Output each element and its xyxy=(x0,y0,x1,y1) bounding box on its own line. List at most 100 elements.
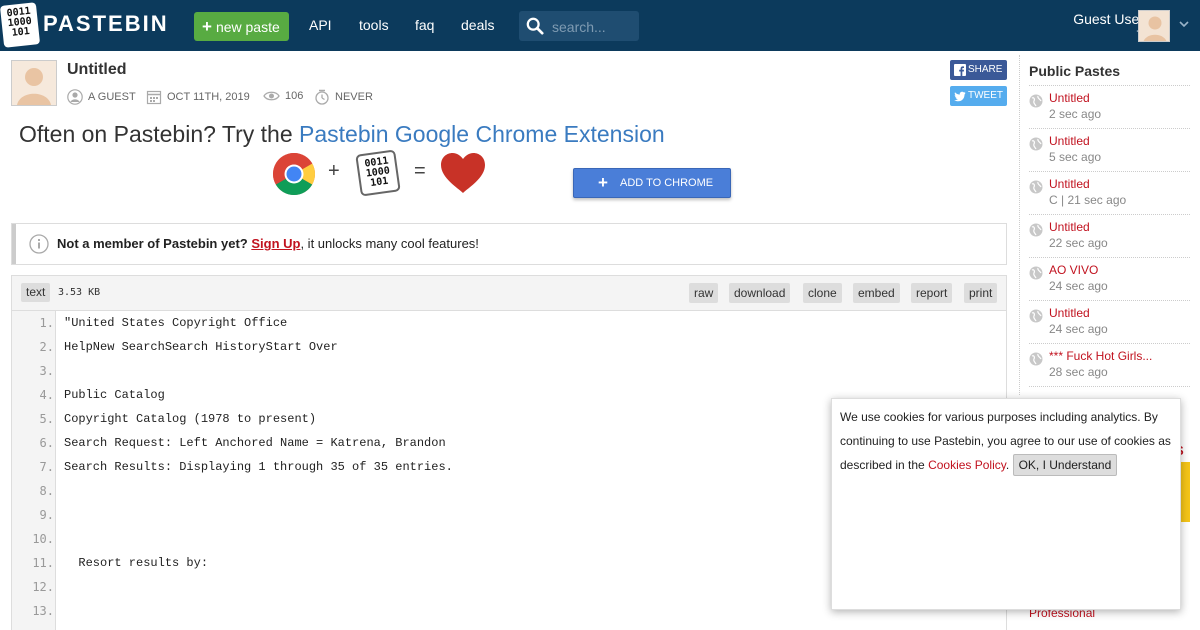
syntax-badge[interactable]: text xyxy=(21,283,51,302)
line-number: 3. xyxy=(39,364,54,378)
public-paste-meta: C | 21 sec ago xyxy=(1049,193,1127,207)
promo-banner: Often on Pastebin? Try the Pastebin Goog… xyxy=(19,121,665,148)
public-paste-title[interactable]: *** Fuck Hot Girls... xyxy=(1049,349,1152,363)
notice-bold: Not a member of Pastebin yet? xyxy=(57,236,248,251)
chevron-down-icon[interactable] xyxy=(1178,18,1190,30)
paste-expiry-text: NEVER xyxy=(335,91,373,103)
promo-text: Often on Pastebin? Try the xyxy=(19,121,299,147)
line-text: Resort results by: xyxy=(64,556,209,570)
globe-icon xyxy=(1029,94,1043,108)
promo-equals: = xyxy=(414,160,426,182)
twitter-icon xyxy=(954,91,966,102)
notice-accent-bar xyxy=(12,224,16,264)
cookies-policy-link[interactable]: Cookies Policy xyxy=(928,458,1006,472)
nav-api[interactable]: API xyxy=(309,17,332,33)
nav-deals[interactable]: deals xyxy=(461,17,494,33)
paste-views: 106 xyxy=(263,89,303,103)
share-label: SHARE xyxy=(968,64,1003,75)
promo-extension-link[interactable]: Pastebin Google Chrome Extension xyxy=(299,121,665,147)
globe-icon xyxy=(1029,352,1043,366)
heart-icon xyxy=(441,153,485,193)
plus-icon: + xyxy=(598,173,608,192)
line-number: 2. xyxy=(39,340,54,354)
public-paste-title[interactable]: Untitled xyxy=(1049,91,1090,105)
nav-tools[interactable]: tools xyxy=(359,17,389,33)
raw-button[interactable]: raw xyxy=(689,283,719,303)
new-paste-button[interactable]: + new paste xyxy=(194,12,289,41)
clone-button[interactable]: clone xyxy=(803,283,842,303)
calendar-icon xyxy=(146,90,162,105)
public-paste-title[interactable]: Untitled xyxy=(1049,177,1090,191)
report-button[interactable]: report xyxy=(911,283,953,303)
add-to-chrome-button[interactable]: + ADD TO CHROME xyxy=(573,168,731,198)
signup-link[interactable]: Sign Up xyxy=(251,236,300,251)
public-paste-title[interactable]: AO VIVO xyxy=(1049,263,1098,277)
paste-date: OCT 11TH, 2019 xyxy=(146,89,250,105)
paste-expiry: NEVER xyxy=(314,89,373,105)
public-paste-title[interactable]: Untitled xyxy=(1049,220,1090,234)
line-number: 8. xyxy=(39,484,54,498)
line-number: 13. xyxy=(32,604,54,618)
user-icon xyxy=(67,89,83,105)
public-paste-meta: 2 sec ago xyxy=(1049,107,1102,121)
search-input[interactable] xyxy=(552,18,632,36)
cookie-consent-popup: We use cookies for various purposes incl… xyxy=(831,398,1181,610)
public-paste-title[interactable]: Untitled xyxy=(1049,306,1090,320)
chrome-icon xyxy=(272,153,316,196)
public-paste-item[interactable]: Untitled 22 sec ago xyxy=(1029,215,1190,258)
user-avatar[interactable] xyxy=(1138,10,1170,42)
brand-name[interactable]: PASTEBIN xyxy=(43,11,169,37)
public-paste-meta: 22 sec ago xyxy=(1049,236,1108,250)
line-number: 4. xyxy=(39,388,54,402)
line-number: 6. xyxy=(39,436,54,450)
paste-author-avatar xyxy=(11,60,57,106)
line-number: 11. xyxy=(32,556,54,570)
code-line: 2. HelpNew SearchSearch HistoryStart Over xyxy=(12,335,1006,359)
search-icon[interactable] xyxy=(526,17,544,35)
notice-rest: , it unlocks many cool features! xyxy=(300,236,479,251)
cookie-accept-button[interactable]: OK, I Understand xyxy=(1012,454,1118,476)
public-paste-meta: 5 sec ago xyxy=(1049,150,1102,164)
public-paste-meta: 24 sec ago xyxy=(1049,322,1108,336)
paste-size: 3.53 KB xyxy=(58,287,101,298)
public-paste-item[interactable]: Untitled 24 sec ago xyxy=(1029,301,1190,344)
signup-notice: Not a member of Pastebin yet? Sign Up, i… xyxy=(11,223,1007,265)
line-text: HelpNew SearchSearch HistoryStart Over xyxy=(64,340,338,354)
public-paste-item[interactable]: AO VIVO 24 sec ago xyxy=(1029,258,1190,301)
code-toolbar: text 3.53 KB raw download clone embed re… xyxy=(11,275,1007,311)
line-text: Copyright Catalog (1978 to present) xyxy=(64,412,317,426)
public-paste-item[interactable]: Untitled 5 sec ago xyxy=(1029,129,1190,172)
add-to-chrome-label: ADD TO CHROME xyxy=(620,177,714,189)
code-line: 1. "United States Copyright Office xyxy=(12,311,1006,335)
tweet-label: TWEET xyxy=(968,90,1003,101)
public-paste-item[interactable]: Untitled 2 sec ago xyxy=(1029,86,1190,129)
line-number: 1. xyxy=(39,316,54,330)
globe-icon xyxy=(1029,223,1043,237)
eye-icon xyxy=(263,91,280,101)
embed-button[interactable]: embed xyxy=(853,283,900,303)
print-button[interactable]: print xyxy=(964,283,998,303)
paste-author-name[interactable]: A GUEST xyxy=(88,91,136,103)
public-paste-title[interactable]: Untitled xyxy=(1049,134,1090,148)
logo-icon[interactable]: 0011 1000 101 xyxy=(0,2,41,48)
public-paste-meta: 28 sec ago xyxy=(1049,365,1108,379)
public-paste-item[interactable]: Untitled C | 21 sec ago xyxy=(1029,172,1190,215)
globe-icon xyxy=(1029,266,1043,280)
promo-plus: + xyxy=(328,160,340,182)
public-paste-item[interactable]: *** Fuck Hot Girls... 28 sec ago xyxy=(1029,344,1190,387)
facebook-icon xyxy=(954,64,966,76)
paste-date-text: OCT 11TH, 2019 xyxy=(167,91,250,103)
new-paste-label: new paste xyxy=(215,19,280,35)
download-button[interactable]: download xyxy=(729,283,791,303)
search-box[interactable] xyxy=(519,11,639,41)
code-line: 3. xyxy=(12,359,1006,383)
nav-faq[interactable]: faq xyxy=(415,17,434,33)
line-number: 7. xyxy=(39,460,54,474)
public-paste-meta: 24 sec ago xyxy=(1049,279,1108,293)
paste-title: Untitled xyxy=(67,61,127,78)
tweet-button[interactable]: TWEET xyxy=(950,86,1007,106)
notice-text: Not a member of Pastebin yet? Sign Up, i… xyxy=(57,236,479,251)
paste-views-count: 106 xyxy=(285,90,304,102)
share-button[interactable]: SHARE xyxy=(950,60,1007,80)
user-name[interactable]: Guest User xyxy=(1073,11,1144,27)
